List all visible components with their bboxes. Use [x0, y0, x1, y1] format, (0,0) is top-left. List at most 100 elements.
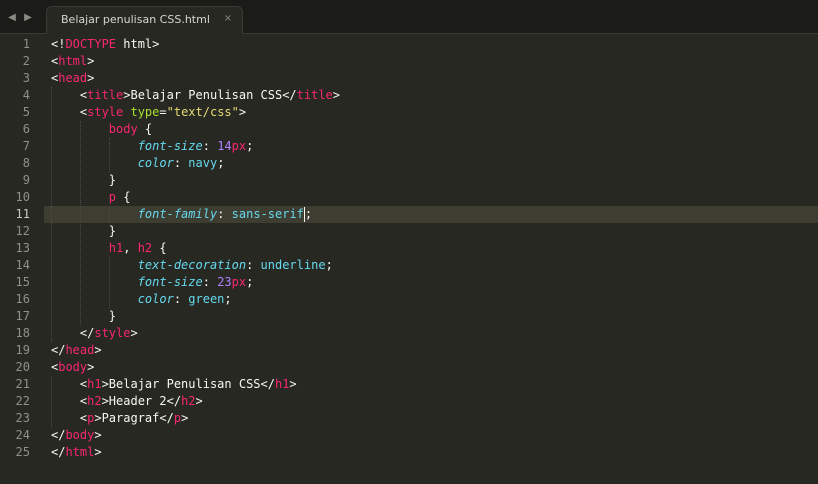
- code-token: title: [296, 88, 333, 102]
- indent-guide: [108, 257, 110, 308]
- code-token: >: [195, 394, 203, 408]
- code-line: <p>Paragraf</p>: [51, 410, 188, 427]
- code-token: >Belajar Penulisan CSS</: [123, 88, 297, 102]
- code-token: head: [65, 343, 95, 357]
- code-token: </: [51, 428, 66, 442]
- code-line: <head>: [51, 70, 94, 87]
- line-number: 9: [22, 173, 30, 187]
- code-token: >: [332, 88, 340, 102]
- code-line: }: [51, 223, 116, 240]
- code-token: >: [289, 377, 297, 391]
- code-token: 14: [217, 139, 232, 153]
- code-token: font-size: [137, 139, 203, 153]
- line-number: 20: [15, 360, 30, 374]
- line-number: 24: [15, 428, 30, 442]
- indent-guide: [51, 376, 52, 427]
- code-token: style: [94, 326, 131, 340]
- code-token: :: [246, 258, 261, 272]
- code-token: >: [87, 360, 95, 374]
- code-token: }: [51, 224, 117, 238]
- code-token: <: [51, 394, 88, 408]
- code-line: h1, h2 {: [51, 240, 167, 257]
- indent-guide: [108, 138, 110, 172]
- code-token: ,: [123, 241, 138, 255]
- code-line: </style>: [51, 325, 138, 342]
- code-line: <style type="text/css">: [51, 104, 246, 121]
- code-token: color: [137, 156, 174, 170]
- tab-title: Belajar penulisan CSS.html: [61, 13, 210, 26]
- code-token: body: [108, 122, 138, 136]
- code-token: }: [51, 173, 117, 187]
- code-token: </: [51, 326, 95, 340]
- line-number: 25: [15, 445, 30, 459]
- chevron-right-icon[interactable]: ▶: [20, 0, 36, 34]
- code-line: font-size: 14px;: [51, 138, 254, 155]
- code-token: navy: [188, 156, 218, 170]
- code-token: >: [94, 428, 102, 442]
- line-number: 7: [22, 139, 30, 153]
- code-token: >: [181, 411, 189, 425]
- code-token: <: [51, 377, 88, 391]
- code-token: </: [51, 343, 66, 357]
- code-area[interactable]: <!DOCTYPE html> <html> <head> <title>Belaj…: [51, 34, 811, 484]
- code-token: =: [159, 105, 167, 119]
- editor-window: ◀ ▶ Belajar penulisan CSS.html × 1234567…: [0, 0, 818, 484]
- code-line: <body>: [51, 359, 94, 376]
- line-number: 10: [15, 190, 30, 204]
- line-number: 16: [15, 292, 30, 306]
- code-token: ;: [217, 156, 225, 170]
- code-token: 23: [217, 275, 232, 289]
- code-token: p: [173, 411, 182, 425]
- code-token: >: [87, 71, 95, 85]
- code-token: body: [65, 428, 95, 442]
- code-token: ;: [304, 207, 313, 221]
- line-number: 3: [22, 71, 30, 85]
- code-line: </body>: [51, 427, 102, 444]
- code-token: :: [173, 292, 189, 306]
- code-token: font-size: [137, 275, 203, 289]
- close-icon[interactable]: ×: [224, 13, 232, 24]
- line-number: 2: [22, 54, 30, 68]
- code-token: :: [202, 275, 218, 289]
- code-token: title: [87, 88, 124, 102]
- code-token: {: [116, 190, 131, 204]
- code-token: <!: [51, 37, 66, 51]
- code-token: >: [238, 105, 247, 119]
- code-token: html: [58, 54, 88, 68]
- code-token: ;: [246, 139, 254, 153]
- code-token: <: [51, 411, 88, 425]
- code-token: head: [58, 71, 88, 85]
- line-number: 12: [15, 224, 30, 238]
- code-token: >: [94, 445, 102, 459]
- line-number: 4: [22, 88, 30, 102]
- chevron-left-icon[interactable]: ◀: [4, 0, 20, 34]
- line-number: 19: [15, 343, 30, 357]
- code-token: >Header 2</: [101, 394, 182, 408]
- code-token: px: [231, 275, 247, 289]
- code-line: <h2>Header 2</h2>: [51, 393, 203, 410]
- code-token: h2: [181, 394, 196, 408]
- line-number: 8: [22, 156, 30, 170]
- code-token: "text/css": [166, 105, 239, 119]
- code-token: :: [217, 207, 232, 221]
- code-token: type: [130, 105, 160, 119]
- code-line: }: [51, 172, 116, 189]
- code-line: <h1>Belajar Penulisan CSS</h1>: [51, 376, 297, 393]
- code-editor[interactable]: 1 2 3 4 5 6 7 8 9 10 11 12 13 14 15 16 17 18 19 20 21 22 23 24 2…: [0, 34, 818, 484]
- code-line: color: navy;: [51, 155, 225, 172]
- code-token: body: [58, 360, 88, 374]
- code-line: font-size: 23px;: [51, 274, 254, 291]
- code-token: :: [173, 156, 189, 170]
- code-token: html: [65, 445, 95, 459]
- tab-file[interactable]: Belajar penulisan CSS.html ×: [46, 6, 243, 34]
- line-number: 13: [15, 241, 30, 255]
- line-number: 17: [15, 309, 30, 323]
- code-token: {: [137, 122, 153, 136]
- code-line: }: [51, 308, 116, 325]
- tab-bar: ◀ ▶ Belajar penulisan CSS.html ×: [0, 0, 818, 34]
- code-line: text-decoration: underline;: [51, 257, 333, 274]
